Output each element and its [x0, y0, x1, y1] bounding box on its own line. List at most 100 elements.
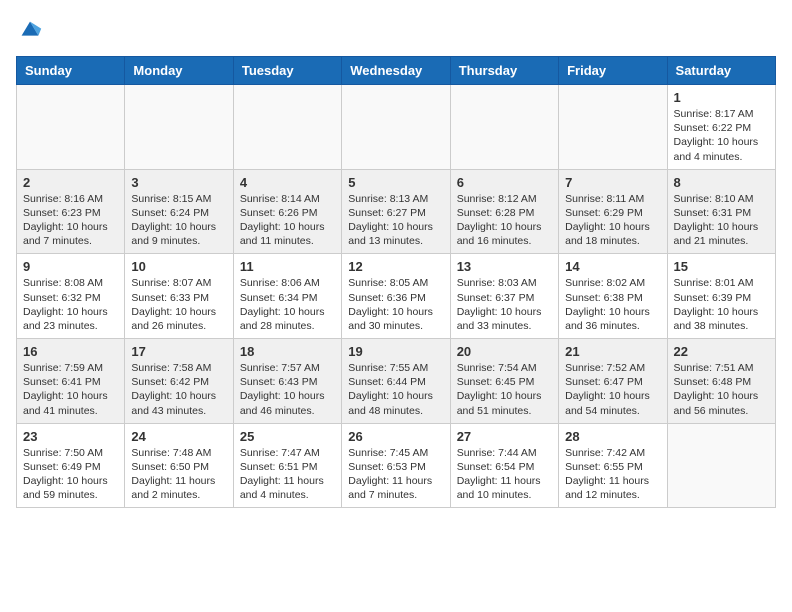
day-info: Sunrise: 8:05 AM Sunset: 6:36 PM Dayligh… [348, 276, 443, 333]
day-info: Sunrise: 8:01 AM Sunset: 6:39 PM Dayligh… [674, 276, 769, 333]
day-cell: 12 Sunrise: 8:05 AM Sunset: 6:36 PM Dayli… [342, 254, 450, 339]
day-cell [233, 85, 341, 170]
day-cell: 1 Sunrise: 8:17 AM Sunset: 6:22 PM Daylig… [667, 85, 775, 170]
week-row-4: 16 Sunrise: 7:59 AM Sunset: 6:41 PM Dayli… [17, 339, 776, 424]
day-number: 4 [240, 175, 335, 190]
day-number: 10 [131, 259, 226, 274]
day-cell: 23Sunrise: 7:50 AM Sunset: 6:49 PM Dayli… [17, 423, 125, 508]
day-number: 22 [674, 344, 769, 359]
day-info: Sunrise: 7:51 AM Sunset: 6:48 PM Dayligh… [674, 361, 769, 418]
day-cell: 21 Sunrise: 7:52 AM Sunset: 6:47 PM Dayli… [559, 339, 667, 424]
day-cell: 19 Sunrise: 7:55 AM Sunset: 6:44 PM Dayli… [342, 339, 450, 424]
day-cell: 3 Sunrise: 8:15 AM Sunset: 6:24 PM Daylig… [125, 169, 233, 254]
day-cell: 22 Sunrise: 7:51 AM Sunset: 6:48 PM Dayli… [667, 339, 775, 424]
day-info: Sunrise: 8:11 AM Sunset: 6:29 PM Dayligh… [565, 192, 660, 249]
day-number: 28 [565, 429, 660, 444]
day-info: Sunrise: 7:45 AM Sunset: 6:53 PM Dayligh… [348, 446, 443, 503]
day-number: 9 [23, 259, 118, 274]
weekday-header-row: SundayMondayTuesdayWednesdayThursdayFrid… [17, 57, 776, 85]
day-number: 5 [348, 175, 443, 190]
day-cell: 27 Sunrise: 7:44 AM Sunset: 6:54 PM Dayli… [450, 423, 558, 508]
week-row-2: 2Sunrise: 8:16 AM Sunset: 6:23 PM Daylig… [17, 169, 776, 254]
day-cell [17, 85, 125, 170]
day-info: Sunrise: 7:52 AM Sunset: 6:47 PM Dayligh… [565, 361, 660, 418]
day-number: 17 [131, 344, 226, 359]
day-cell: 20 Sunrise: 7:54 AM Sunset: 6:45 PM Dayli… [450, 339, 558, 424]
day-info: Sunrise: 7:44 AM Sunset: 6:54 PM Dayligh… [457, 446, 552, 503]
day-cell: 25 Sunrise: 7:47 AM Sunset: 6:51 PM Dayli… [233, 423, 341, 508]
day-info: Sunrise: 7:42 AM Sunset: 6:55 PM Dayligh… [565, 446, 660, 503]
week-row-1: 1 Sunrise: 8:17 AM Sunset: 6:22 PM Daylig… [17, 85, 776, 170]
day-cell: 10 Sunrise: 8:07 AM Sunset: 6:33 PM Dayli… [125, 254, 233, 339]
day-number: 21 [565, 344, 660, 359]
day-cell [559, 85, 667, 170]
day-number: 11 [240, 259, 335, 274]
day-info: Sunrise: 7:48 AM Sunset: 6:50 PM Dayligh… [131, 446, 226, 503]
day-number: 25 [240, 429, 335, 444]
day-cell: 11 Sunrise: 8:06 AM Sunset: 6:34 PM Dayli… [233, 254, 341, 339]
day-cell: 28 Sunrise: 7:42 AM Sunset: 6:55 PM Dayli… [559, 423, 667, 508]
day-number: 24 [131, 429, 226, 444]
day-info: Sunrise: 7:59 AM Sunset: 6:41 PM Dayligh… [23, 361, 118, 418]
day-cell [450, 85, 558, 170]
day-info: Sunrise: 8:16 AM Sunset: 6:23 PM Dayligh… [23, 192, 118, 249]
day-info: Sunrise: 8:07 AM Sunset: 6:33 PM Dayligh… [131, 276, 226, 333]
day-cell: 14Sunrise: 8:02 AM Sunset: 6:38 PM Dayli… [559, 254, 667, 339]
day-cell: 4 Sunrise: 8:14 AM Sunset: 6:26 PM Daylig… [233, 169, 341, 254]
day-number: 8 [674, 175, 769, 190]
day-number: 20 [457, 344, 552, 359]
day-number: 18 [240, 344, 335, 359]
day-info: Sunrise: 7:57 AM Sunset: 6:43 PM Dayligh… [240, 361, 335, 418]
day-cell [342, 85, 450, 170]
day-cell: 18 Sunrise: 7:57 AM Sunset: 6:43 PM Dayli… [233, 339, 341, 424]
day-info: Sunrise: 8:10 AM Sunset: 6:31 PM Dayligh… [674, 192, 769, 249]
logo [16, 16, 48, 44]
day-cell: 17 Sunrise: 7:58 AM Sunset: 6:42 PM Dayli… [125, 339, 233, 424]
weekday-monday: Monday [125, 57, 233, 85]
day-info: Sunrise: 8:13 AM Sunset: 6:27 PM Dayligh… [348, 192, 443, 249]
day-info: Sunrise: 7:50 AM Sunset: 6:49 PM Dayligh… [23, 446, 118, 503]
day-cell: 24 Sunrise: 7:48 AM Sunset: 6:50 PM Dayli… [125, 423, 233, 508]
day-info: Sunrise: 8:08 AM Sunset: 6:32 PM Dayligh… [23, 276, 118, 333]
day-number: 12 [348, 259, 443, 274]
day-info: Sunrise: 7:58 AM Sunset: 6:42 PM Dayligh… [131, 361, 226, 418]
day-cell: 13 Sunrise: 8:03 AM Sunset: 6:37 PM Dayli… [450, 254, 558, 339]
day-info: Sunrise: 8:14 AM Sunset: 6:26 PM Dayligh… [240, 192, 335, 249]
day-info: Sunrise: 8:15 AM Sunset: 6:24 PM Dayligh… [131, 192, 226, 249]
day-info: Sunrise: 7:47 AM Sunset: 6:51 PM Dayligh… [240, 446, 335, 503]
day-number: 16 [23, 344, 118, 359]
day-cell [667, 423, 775, 508]
page: SundayMondayTuesdayWednesdayThursdayFrid… [0, 0, 792, 524]
day-number: 1 [674, 90, 769, 105]
day-cell: 2Sunrise: 8:16 AM Sunset: 6:23 PM Daylig… [17, 169, 125, 254]
day-cell: 8 Sunrise: 8:10 AM Sunset: 6:31 PM Daylig… [667, 169, 775, 254]
day-info: Sunrise: 8:17 AM Sunset: 6:22 PM Dayligh… [674, 107, 769, 164]
day-cell: 26 Sunrise: 7:45 AM Sunset: 6:53 PM Dayli… [342, 423, 450, 508]
day-cell: 5 Sunrise: 8:13 AM Sunset: 6:27 PM Daylig… [342, 169, 450, 254]
day-cell: 16 Sunrise: 7:59 AM Sunset: 6:41 PM Dayli… [17, 339, 125, 424]
day-number: 6 [457, 175, 552, 190]
day-info: Sunrise: 8:12 AM Sunset: 6:28 PM Dayligh… [457, 192, 552, 249]
day-info: Sunrise: 7:54 AM Sunset: 6:45 PM Dayligh… [457, 361, 552, 418]
day-number: 26 [348, 429, 443, 444]
day-number: 19 [348, 344, 443, 359]
day-number: 3 [131, 175, 226, 190]
day-cell [125, 85, 233, 170]
weekday-thursday: Thursday [450, 57, 558, 85]
day-number: 7 [565, 175, 660, 190]
day-info: Sunrise: 8:06 AM Sunset: 6:34 PM Dayligh… [240, 276, 335, 333]
day-number: 27 [457, 429, 552, 444]
day-info: Sunrise: 8:02 AM Sunset: 6:38 PM Dayligh… [565, 276, 660, 333]
day-info: Sunrise: 7:55 AM Sunset: 6:44 PM Dayligh… [348, 361, 443, 418]
day-cell: 9 Sunrise: 8:08 AM Sunset: 6:32 PM Daylig… [17, 254, 125, 339]
week-row-3: 9 Sunrise: 8:08 AM Sunset: 6:32 PM Daylig… [17, 254, 776, 339]
day-number: 13 [457, 259, 552, 274]
day-number: 15 [674, 259, 769, 274]
day-cell: 7 Sunrise: 8:11 AM Sunset: 6:29 PM Daylig… [559, 169, 667, 254]
logo-icon [16, 16, 44, 44]
day-info: Sunrise: 8:03 AM Sunset: 6:37 PM Dayligh… [457, 276, 552, 333]
week-row-5: 23Sunrise: 7:50 AM Sunset: 6:49 PM Dayli… [17, 423, 776, 508]
weekday-sunday: Sunday [17, 57, 125, 85]
header [16, 16, 776, 44]
weekday-tuesday: Tuesday [233, 57, 341, 85]
